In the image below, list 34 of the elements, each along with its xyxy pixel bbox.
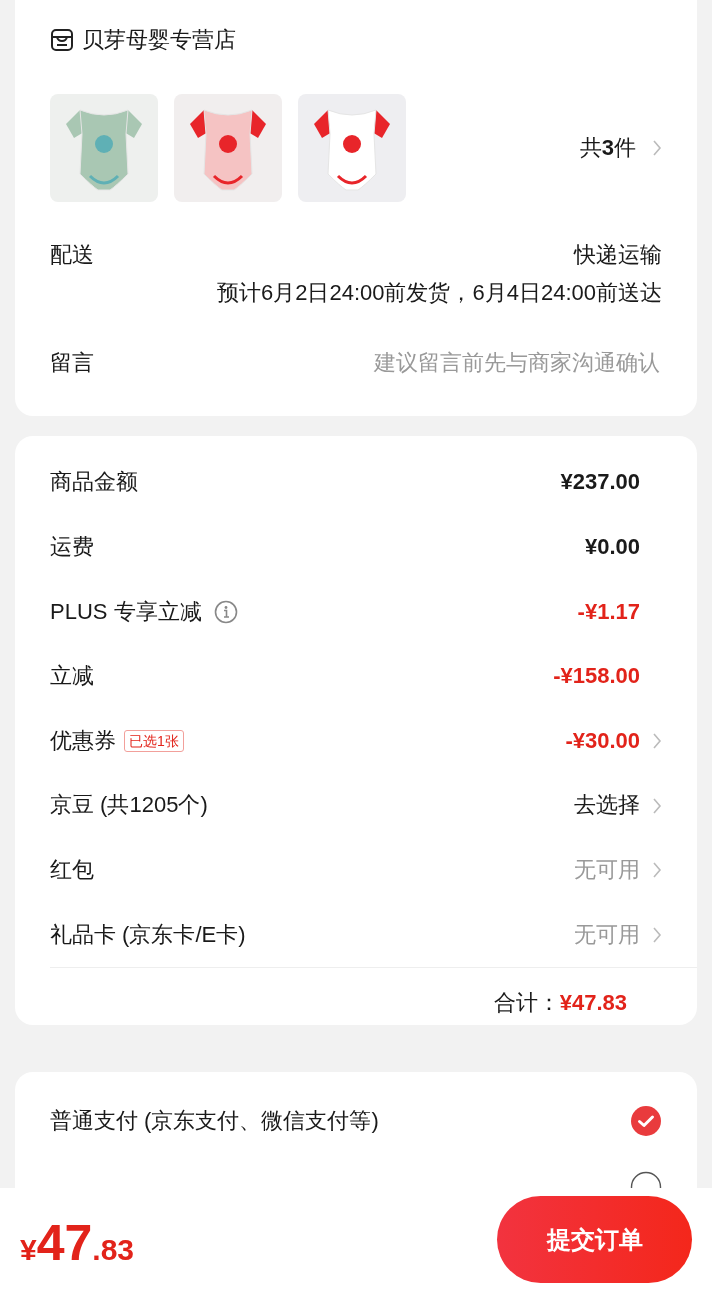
total-value: ¥47.83 <box>559 990 627 1017</box>
summary-value[interactable]: -¥30.00 <box>565 727 640 755</box>
total-label: 合计： <box>493 990 560 1017</box>
chevron-icon <box>652 138 662 158</box>
item-count[interactable]: 共3件 <box>579 134 636 162</box>
payment-option[interactable]: 普通支付 (京东支付、微信支付等) <box>50 1107 379 1135</box>
summary-label: 立减 <box>50 663 94 690</box>
store-icon <box>50 28 74 52</box>
summary-value: -¥158.00 <box>553 663 640 690</box>
message-field[interactable]: 建议留言前先与商家沟通确认 <box>110 348 662 378</box>
delivery-label: 配送 <box>50 242 94 269</box>
summary-value[interactable]: 去选择 <box>574 792 640 819</box>
summary-label: 优惠券 <box>50 727 116 755</box>
summary-label: 礼品卡 (京东卡/E卡) <box>50 921 246 949</box>
summary-label: PLUS 专享立减 <box>50 598 202 626</box>
submit-button[interactable]: 提交订单 <box>497 1196 692 1283</box>
summary-value: ¥0.00 <box>584 534 640 561</box>
price-decimal: .83 <box>92 1231 135 1268</box>
summary-value: ¥237.00 <box>560 469 640 496</box>
checked-radio[interactable] <box>630 1105 662 1138</box>
summary-label: 京豆 (共1205个) <box>50 792 208 819</box>
price-integer: 47 <box>36 1217 93 1268</box>
price-currency: ¥ <box>20 1232 37 1268</box>
summary-label: 红包 <box>50 857 94 884</box>
summary-label: 运费 <box>50 534 94 561</box>
summary-label: 商品金额 <box>50 469 138 496</box>
summary-value: -¥1.17 <box>577 598 640 626</box>
delivery-estimate: 预计6月2日24:00前发货，6月4日24:00前送达 <box>216 279 662 308</box>
selected-tag: 已选1张 <box>124 730 184 753</box>
message-label: 留言 <box>50 349 94 377</box>
info-icon[interactable] <box>213 599 238 624</box>
store-name[interactable]: 贝芽母婴专营店 <box>82 26 236 54</box>
delivery-method[interactable]: 快递运输 <box>574 242 662 269</box>
radio-button[interactable] <box>630 1171 662 1190</box>
